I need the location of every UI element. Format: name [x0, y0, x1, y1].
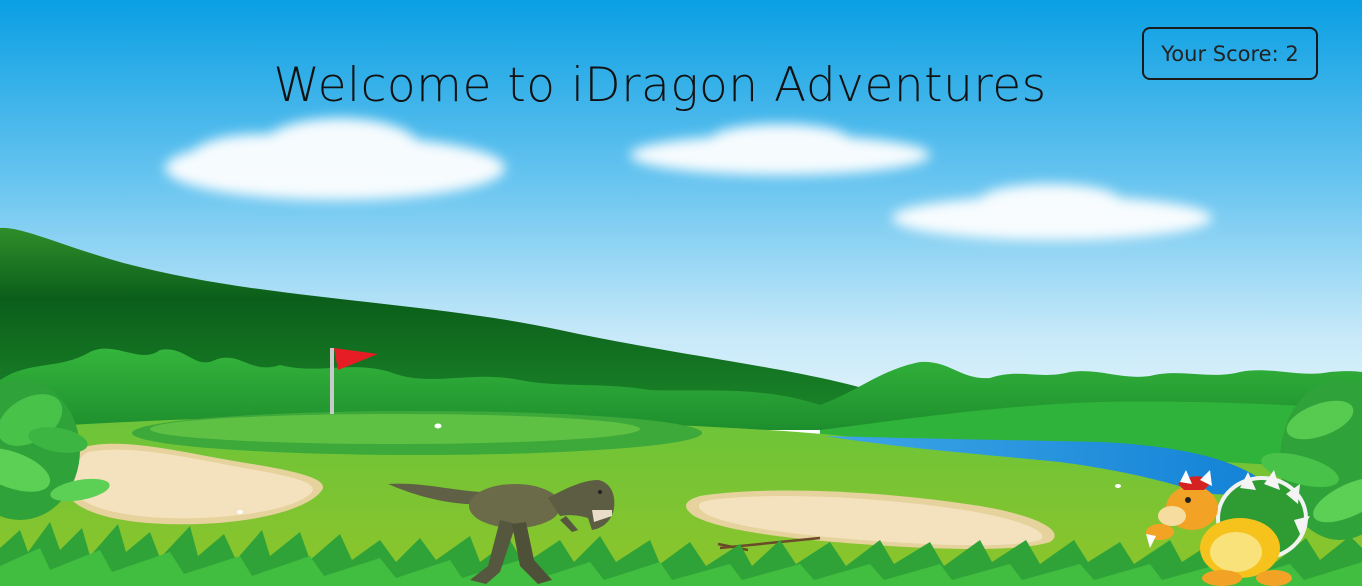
golf-ball — [434, 423, 442, 429]
golf-ball-2 — [1115, 484, 1121, 488]
putting-green — [150, 414, 640, 444]
score-label: Your Score: — [1161, 41, 1279, 66]
score-value: 2 — [1285, 41, 1299, 66]
golf-ball-3 — [237, 510, 243, 514]
score-display: Your Score: 2 — [1142, 27, 1318, 80]
flag-pole — [330, 348, 334, 414]
